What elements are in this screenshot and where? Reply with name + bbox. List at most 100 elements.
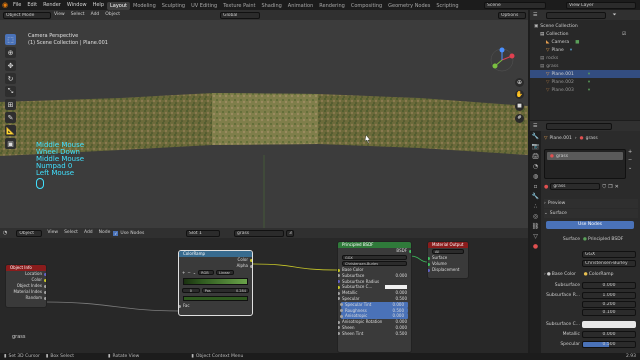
socket-icon[interactable]: [409, 249, 411, 253]
socket-icon[interactable]: [44, 290, 46, 294]
socket-icon[interactable]: [338, 326, 340, 330]
transform-icon[interactable]: ⊞: [5, 99, 16, 110]
outliner-item-plane-003[interactable]: ▽ Plane.003 ▾: [530, 86, 640, 94]
socket-icon[interactable]: [179, 304, 181, 308]
3d-viewport[interactable]: Camera Perspective (1) Scene Collection …: [0, 20, 528, 228]
grid-ortho-icon[interactable]: #: [515, 114, 524, 123]
radius-z-field[interactable]: 0.100: [582, 309, 636, 316]
properties-search[interactable]: [546, 122, 613, 130]
node-menu-select[interactable]: Select: [61, 228, 81, 238]
surface-value[interactable]: Principled BSDF: [588, 237, 623, 242]
slot-dropdown[interactable]: Slot 1: [186, 229, 220, 237]
chevron-down-icon[interactable]: ⌄: [193, 270, 196, 275]
close-icon[interactable]: ✕: [615, 184, 619, 190]
tab-layout[interactable]: Layout: [107, 1, 130, 10]
stop-color-swatch[interactable]: [183, 296, 248, 301]
constraints-tab-icon[interactable]: ⛓: [532, 223, 540, 230]
tab-uv-editing[interactable]: UV Editing: [188, 2, 220, 10]
subsurface-field[interactable]: 0.000: [582, 282, 636, 289]
node-object-info[interactable]: Object Info Location Color Object Index …: [5, 264, 47, 308]
checkbox-icon[interactable]: ☑: [622, 32, 626, 37]
socket-icon[interactable]: [338, 285, 340, 289]
material-datablock-field[interactable]: grass: [550, 183, 601, 190]
remove-stop-icon[interactable]: −: [187, 270, 190, 275]
socket-icon[interactable]: [338, 280, 340, 284]
socket-icon[interactable]: [338, 291, 340, 295]
orientation-dropdown[interactable]: Global: [220, 11, 260, 19]
outliner-scene-collection[interactable]: ▣ Scene Collection: [530, 22, 640, 30]
viewport-menu-select[interactable]: Select: [68, 10, 88, 20]
move-icon[interactable]: ✥: [5, 60, 16, 71]
scale-icon[interactable]: ⤡: [5, 86, 16, 97]
principled-input-row[interactable]: Sheen Tint 0.500: [338, 331, 411, 337]
radius-x-field[interactable]: 1.000: [582, 292, 636, 299]
color-swatch[interactable]: [385, 285, 407, 290]
socket-icon[interactable]: [340, 303, 343, 307]
node-colorramp[interactable]: ColorRamp Color Alpha + − ⌄ RGB Linear 0…: [178, 250, 253, 316]
socket-icon[interactable]: [44, 296, 46, 300]
zoom-icon[interactable]: ⊕: [515, 78, 524, 87]
outliner-item-rocks[interactable]: ▤ rocks: [530, 54, 640, 62]
node-material-output[interactable]: Material Output All Surface Volume Displ…: [427, 241, 469, 279]
modifier-tab-icon[interactable]: 🔧: [532, 193, 539, 200]
output-tab-icon[interactable]: 🖨: [532, 153, 540, 160]
tab-compositing[interactable]: Compositing: [348, 2, 385, 10]
outliner-item-camera[interactable]: ◣ Camera ■: [530, 38, 640, 46]
node-principled-bsdf[interactable]: Principled BSDF BSDF GGX Christensen-Bur…: [337, 241, 412, 353]
outliner-search[interactable]: [546, 11, 607, 19]
node-editor-type-icon[interactable]: ◔: [0, 230, 10, 236]
outliner-item-plane-002[interactable]: ▽ Plane.002 ▾: [530, 78, 640, 86]
viewport-menu-view[interactable]: View: [51, 10, 68, 20]
stop-pos-field[interactable]: Pos 0.284: [201, 288, 249, 293]
node-material-field[interactable]: grass: [234, 229, 284, 237]
pan-hand-icon[interactable]: ✋: [515, 90, 524, 99]
render-tab-icon[interactable]: 📷: [532, 143, 539, 150]
socket-icon[interactable]: [338, 332, 340, 336]
tab-geometry-nodes[interactable]: Geometry Nodes: [385, 2, 433, 10]
node-editor[interactable]: Object Info Location Color Object Index …: [0, 238, 528, 353]
socket-icon[interactable]: [428, 256, 430, 260]
select-box-icon[interactable]: ⬚: [5, 34, 16, 45]
distribution-dropdown[interactable]: GGX: [582, 251, 636, 258]
metallic-field[interactable]: 0.000: [582, 331, 636, 338]
socket-icon[interactable]: [338, 274, 340, 278]
annotate-icon[interactable]: ✎: [5, 112, 16, 123]
material-slot-list[interactable]: ● grass: [544, 149, 626, 179]
node-menu-node[interactable]: Node: [96, 228, 114, 238]
navigation-gizmo[interactable]: [484, 46, 520, 74]
subsurface-color-swatch[interactable]: [582, 321, 636, 328]
blender-logo-icon[interactable]: ◉: [0, 0, 10, 10]
colorramp-mode-dropdown[interactable]: RGB: [198, 270, 215, 275]
outliner-item-plane-001[interactable]: ▽ Plane.001 ▾: [530, 70, 640, 78]
output-target-dropdown[interactable]: All: [432, 249, 464, 254]
shader-type-dropdown[interactable]: Object: [16, 229, 43, 237]
measure-icon[interactable]: 📐: [5, 125, 16, 136]
socket-icon[interactable]: [44, 272, 46, 276]
remove-slot-icon[interactable]: −: [628, 157, 632, 163]
socket-icon[interactable]: [340, 309, 343, 313]
filter-icon[interactable]: ⏷: [612, 12, 616, 18]
cursor-icon[interactable]: ⊕: [5, 47, 16, 58]
view-layer-selector[interactable]: View Layer: [566, 1, 636, 9]
data-tab-icon[interactable]: ▽: [533, 233, 538, 240]
tab-modeling[interactable]: Modeling: [130, 2, 159, 10]
add-cube-icon[interactable]: ▣: [5, 138, 16, 149]
principled-distribution-dropdown[interactable]: GGX: [342, 255, 407, 260]
tab-sculpting[interactable]: Sculpting: [159, 2, 188, 10]
outliner-editor-icon[interactable]: ☰: [530, 12, 540, 18]
principled-method-dropdown[interactable]: Christensen-Burley: [342, 261, 407, 266]
socket-icon[interactable]: [338, 268, 340, 272]
colorramp-gradient[interactable]: [183, 278, 248, 285]
shield-icon[interactable]: ⛉: [602, 184, 606, 190]
menu-window[interactable]: Window: [64, 0, 90, 10]
users-count[interactable]: 3: [286, 229, 294, 237]
scene-selector[interactable]: Scene: [484, 1, 546, 9]
socket-icon[interactable]: [340, 314, 343, 318]
base-color-value[interactable]: ColorRamp: [589, 272, 614, 277]
preview-panel-header[interactable]: › Preview: [544, 199, 638, 208]
mode-dropdown[interactable]: Object Mode: [3, 11, 51, 19]
tab-shading[interactable]: Shading: [258, 2, 284, 10]
socket-icon[interactable]: [428, 268, 430, 272]
subsurface-method-dropdown[interactable]: Christensen-Burley: [582, 260, 636, 267]
surface-panel-header[interactable]: ⌄ Surface: [544, 209, 638, 218]
